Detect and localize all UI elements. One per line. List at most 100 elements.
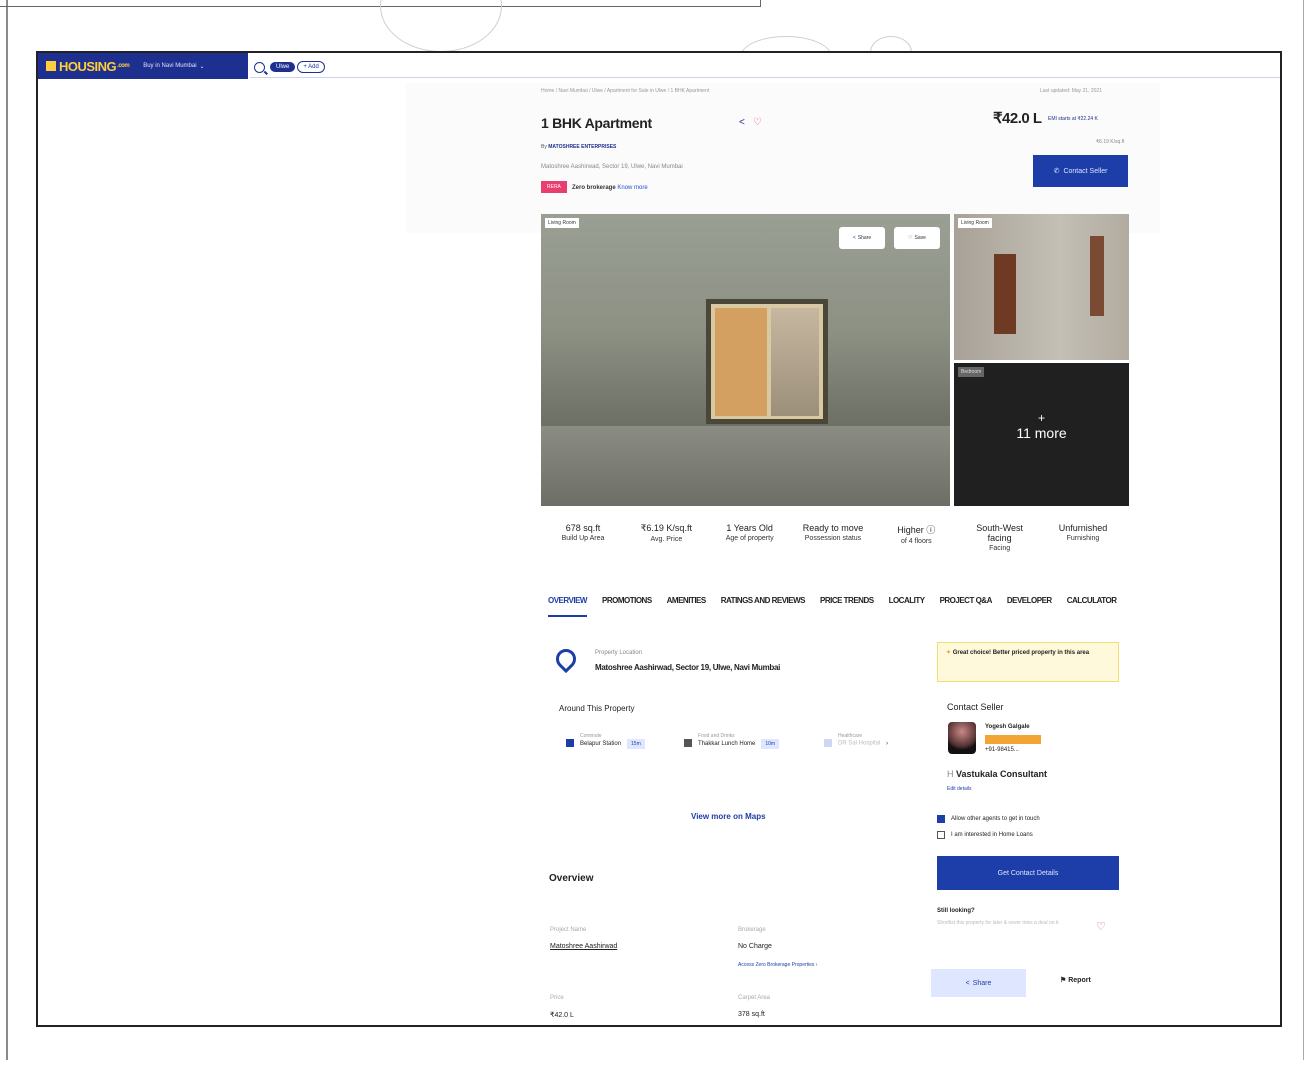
tab-overview[interactable]: OVERVIEW xyxy=(548,596,587,617)
window-image xyxy=(706,299,828,424)
more-photos-tile[interactable]: Bedroom + 11 more xyxy=(954,363,1129,506)
photo-share-button[interactable]: < Share xyxy=(839,227,885,249)
housing-logo[interactable]: HOUSING .com xyxy=(46,59,130,74)
plus-icon: + xyxy=(1037,411,1045,425)
builder-line: By MATOSHREE ENTERPRISES xyxy=(541,144,617,150)
get-contact-details-button[interactable]: Get Contact Details xyxy=(937,856,1119,890)
heart-icon[interactable]: ♡ xyxy=(1096,920,1106,933)
nearby-item[interactable]: Healthcare DR Sai Hospital › xyxy=(824,733,888,747)
star-icon: ✦ xyxy=(946,650,952,656)
checkbox-checked[interactable] xyxy=(937,815,945,823)
door-image xyxy=(1090,236,1104,316)
emi-link[interactable]: EMI starts at ₹22.24 K xyxy=(1048,116,1098,122)
overview-value: No Charge xyxy=(738,943,772,950)
property-address: Matoshree Aashirwad, Sector 19, Ulwe, Na… xyxy=(541,164,683,170)
tab-price-trends[interactable]: PRICE TRENDS xyxy=(820,596,874,617)
share-icon[interactable]: < xyxy=(739,117,745,128)
tab-project-qa[interactable]: PROJECT Q&A xyxy=(940,596,993,617)
checkbox-unchecked[interactable] xyxy=(937,831,945,839)
share-icon: < xyxy=(852,235,856,241)
agent-name: Yogesh Galgale xyxy=(985,724,1030,730)
overview-label: Carpet Area xyxy=(738,995,771,1001)
tab-amenities[interactable]: AMENITIES xyxy=(667,596,707,617)
overview-label: Project Name xyxy=(550,927,587,933)
browser-screenshot: HOUSING .com Buy in Navi Mumbai ⌄ Ulwe +… xyxy=(36,51,1282,1027)
city-selector[interactable]: Buy in Navi Mumbai xyxy=(143,63,196,69)
allow-agents-checkbox[interactable]: Allow other agents to get in touch xyxy=(937,815,1040,823)
project-name-link[interactable]: Matoshree Aashirwad xyxy=(550,943,617,950)
stat-item: Unfurnished Furnishing xyxy=(1058,523,1108,542)
tab-developer[interactable]: DEVELOPER xyxy=(1007,596,1052,617)
stat-item: ₹6.19 K/sq.ft Avg. Price xyxy=(640,523,692,543)
tab-calculator[interactable]: CALCULATOR xyxy=(1067,596,1117,617)
photo-label: Living Room xyxy=(545,218,579,228)
train-icon xyxy=(566,739,574,748)
contact-seller-button[interactable]: ✆ Contact Seller xyxy=(1033,155,1128,187)
main-photo[interactable]: Living Room < Share ♡ Save xyxy=(541,214,950,506)
know-more-link[interactable]: Know more xyxy=(617,185,647,191)
edit-details-link[interactable]: Edit details xyxy=(947,786,971,792)
photo-save-button[interactable]: ♡ Save xyxy=(894,227,940,249)
around-title: Around This Property xyxy=(559,704,635,713)
flag-icon: ⚑ xyxy=(1060,977,1067,984)
stat-item: Ready to move Possession status xyxy=(802,523,864,542)
overview-heading: Overview xyxy=(549,873,594,884)
overview-label: Brokerage xyxy=(738,927,766,933)
report-button[interactable]: ⚑ Report xyxy=(1060,976,1091,984)
stat-item: 678 sq.ft Build Up Area xyxy=(561,523,605,542)
stat-item: 1 Years Old Age of property xyxy=(725,523,774,542)
chevron-right-icon[interactable]: › xyxy=(886,741,888,747)
overview-value: 378 sq.ft xyxy=(738,1011,765,1018)
photo-label: Living Room xyxy=(958,218,992,228)
agent-company: H Vastukala Consultant xyxy=(947,769,1048,779)
still-looking-text: Shortlist this property for later & neve… xyxy=(937,920,1060,926)
rera-badge: RERA xyxy=(541,181,567,193)
view-maps-link[interactable]: View more on Maps xyxy=(691,812,766,821)
tab-locality[interactable]: LOCALITY xyxy=(889,596,926,617)
nearby-item[interactable]: Food and Drinks Thakkar Lunch Home 10m xyxy=(684,733,780,749)
top-navbar: HOUSING .com Buy in Navi Mumbai ⌄ xyxy=(38,53,248,79)
stat-item: Higher ⓘ of 4 floors xyxy=(897,525,936,545)
heart-icon[interactable]: ♡ xyxy=(753,117,762,128)
door-image xyxy=(994,254,1016,334)
chevron-down-icon[interactable]: ⌄ xyxy=(200,63,205,70)
search-icon[interactable] xyxy=(254,61,265,73)
last-updated: Last updated: May 21, 2021 xyxy=(1040,88,1102,94)
breadcrumb[interactable]: Home / Navi Mumbai / Ulwe / Apartment fo… xyxy=(541,88,709,94)
section-tabs: OVERVIEW PROMOTIONS AMENITIES RATINGS AN… xyxy=(548,596,1117,617)
side-photo[interactable]: Living Room xyxy=(954,214,1129,360)
home-loans-checkbox[interactable]: I am interested in Home Loans xyxy=(937,831,1033,839)
property-stats: 678 sq.ft Build Up Area ₹6.19 K/sq.ft Avg.… xyxy=(548,523,1118,552)
location-pin-icon xyxy=(551,644,581,674)
deal-banner: ✦ Great choice! Better priced property i… xyxy=(937,642,1119,682)
agent-phone: +91-98415... xyxy=(985,747,1019,753)
stat-item: South-West facing Facing xyxy=(976,523,1024,552)
still-looking-heading: Still looking? xyxy=(937,908,975,914)
agent-avatar xyxy=(948,722,976,754)
photo-label: Bedroom xyxy=(958,367,985,377)
hospital-icon xyxy=(824,739,832,747)
heart-icon: ♡ xyxy=(908,235,913,241)
overview-label: Price xyxy=(550,995,564,1001)
logo-icon xyxy=(46,61,56,71)
share-button[interactable]: < Share xyxy=(931,969,1026,997)
search-bar[interactable]: Ulwe + Add xyxy=(250,57,1280,78)
property-title: 1 BHK Apartment xyxy=(541,115,652,131)
company-icon: H xyxy=(947,769,954,779)
share-icon: < xyxy=(965,979,970,987)
add-location-button[interactable]: + Add xyxy=(297,61,325,73)
zero-brokerage-link[interactable]: Access Zero Brokerage Properties › xyxy=(738,962,817,968)
info-icon[interactable]: ⓘ xyxy=(926,525,935,535)
price-per-sqft: ₹6.19 K/sq.ft xyxy=(1096,139,1125,145)
tab-promotions[interactable]: PROMOTIONS xyxy=(602,596,652,617)
zero-brokerage: Zero brokerage Know more xyxy=(572,185,648,191)
location-label: Property Location xyxy=(595,650,643,656)
builder-link[interactable]: MATOSHREE ENTERPRISES xyxy=(548,144,616,150)
tab-ratings[interactable]: RATINGS AND REVIEWS xyxy=(721,596,806,617)
phone-icon: ✆ xyxy=(1053,168,1060,175)
more-photos-count: 11 more xyxy=(1016,425,1067,441)
property-price: ₹42.0 L xyxy=(993,110,1042,127)
location-chip[interactable]: Ulwe xyxy=(270,62,296,72)
nearby-item[interactable]: Commute Belapur Station 15m xyxy=(566,733,645,749)
agent-badge xyxy=(985,735,1041,744)
